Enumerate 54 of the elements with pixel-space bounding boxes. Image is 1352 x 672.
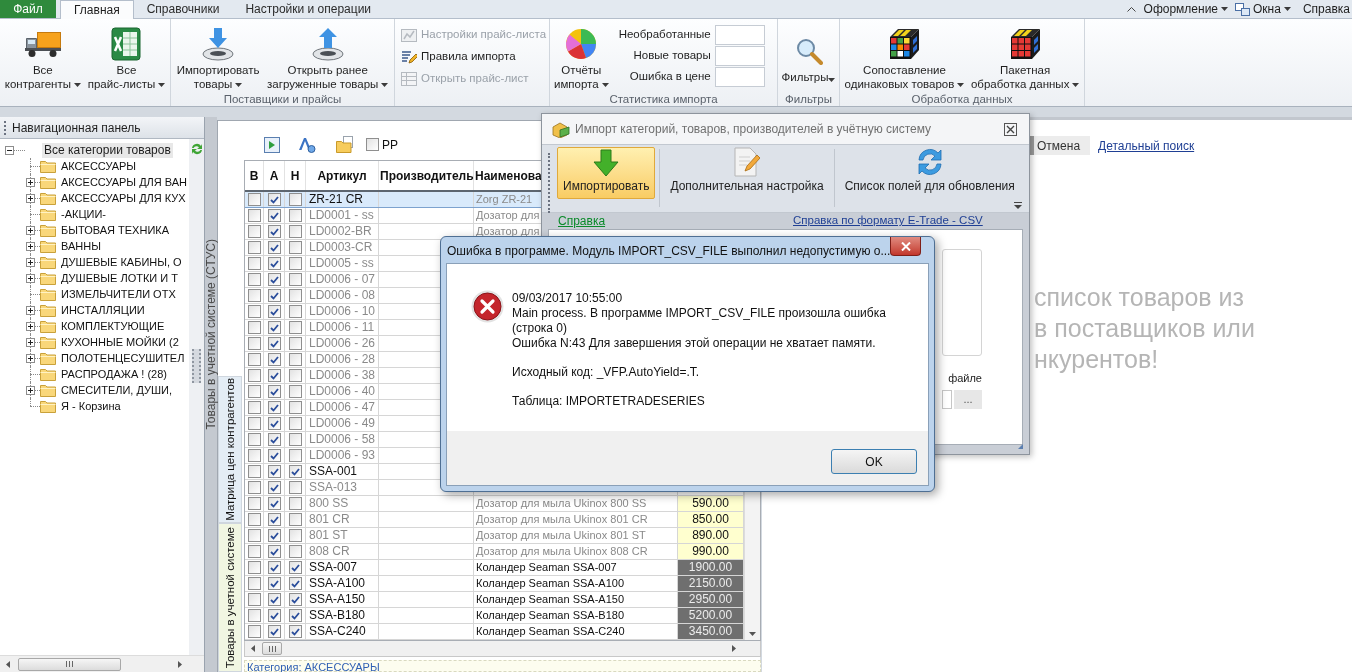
counter-label: Новые товары — [633, 47, 711, 63]
hint-text: список товаров из в поставщиков или нкурентов! — [1034, 282, 1255, 375]
message-line: Исходный код: _VFP.AutoYield=.T. — [512, 365, 701, 380]
table-cell: SSA-C240 — [306, 624, 379, 639]
dialog-title: Ошибка в программе. Модуль IMPORT_CSV_FILE выполнил недопустимую о... — [447, 243, 891, 260]
table-cell: SSA-B180 — [306, 608, 379, 623]
table-cell: LD0006 - 11 — [306, 320, 379, 335]
table-cell: LD0006 - 93 — [306, 448, 379, 463]
table-cell: LD0003-CR — [306, 240, 379, 255]
table-cell: LD0006 - 07 — [306, 272, 379, 287]
table-cell: LD0006 - 08 — [306, 288, 379, 303]
table-cell: SSA-001 — [306, 464, 379, 479]
price-cell: 3450.00 — [678, 624, 744, 639]
table-cell: LD0006 - 47 — [306, 400, 379, 415]
price-cell: 890.00 — [678, 528, 744, 543]
table-cell: LD0006 - 49 — [306, 416, 379, 431]
message-line: 09/03/2017 10:55:00 — [512, 291, 624, 306]
group-title: Фильтры — [785, 92, 832, 106]
table-cell: LD0006 - 28 — [306, 352, 379, 367]
group-title: Обработка данных — [911, 92, 1013, 106]
price-cell: 5200.00 — [678, 608, 744, 623]
price-cell: 1900.00 — [678, 560, 744, 575]
table-cell: SSA-A150 — [306, 592, 379, 607]
group-title: Поставщики и прайсы — [223, 92, 342, 106]
group-title: Статистика импорта — [609, 92, 718, 106]
counter-label: Необработанные — [618, 26, 711, 42]
table-cell: 801 ST — [306, 528, 379, 543]
table-cell: LD0006 - 58 — [306, 432, 379, 447]
table-cell: 808 CR — [306, 544, 379, 559]
price-cell: 2150.00 — [678, 576, 744, 591]
table-cell: LD0006 - 40 — [306, 384, 379, 399]
table-cell: 801 CR — [306, 512, 379, 527]
table-cell: SSA-007 — [306, 560, 379, 575]
message-line: Main process. В программе IMPORT_CSV_FILE произошла ошибка (строка 0) — [512, 306, 887, 336]
price-cell: 990.00 — [678, 544, 744, 559]
table-cell: SSA-A100 — [306, 576, 379, 591]
table-cell: LD0006 - 10 — [306, 304, 379, 319]
message-line: Ошибка N:43 Для завершения этой операции не хватает памяти. — [512, 336, 877, 351]
price-cell: 2950.00 — [678, 592, 744, 607]
price-cell: 850.00 — [678, 512, 744, 527]
table-cell: LD0006 - 38 — [306, 368, 379, 383]
panel-title: Навигационная панель — [12, 119, 141, 137]
table-cell: ZR-21 CR — [306, 192, 379, 207]
table-cell: LD0006 - 26 — [306, 336, 379, 351]
price-cell: 590.00 — [678, 496, 744, 511]
counter-label: Ошибка в цене — [629, 68, 711, 84]
dialog-title: Импорт категорий, товаров, производителей в учётную систему — [575, 121, 932, 138]
table-cell: LD0005 - ss — [306, 256, 379, 271]
table-cell: LD0001 - ss — [306, 208, 379, 223]
field-label: файле — [947, 372, 982, 385]
table-cell: SSA-013 — [306, 480, 379, 495]
table-cell: 800 SS — [306, 496, 379, 511]
message-line: Таблица: IMPORTETRADESERIES — [512, 394, 706, 409]
table-cell: LD0002-BR — [306, 224, 379, 239]
